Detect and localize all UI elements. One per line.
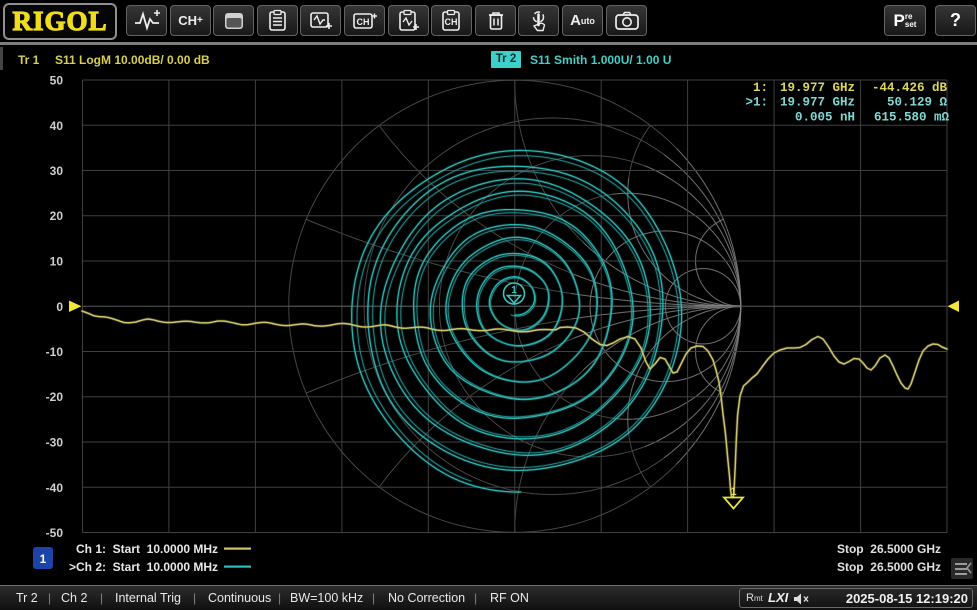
svg-text:Stop 26.5000 GHz: Stop 26.5000 GHz [837,542,941,556]
svg-text:10: 10 [50,255,64,269]
svg-text:-40: -40 [46,481,64,495]
svg-text:19.977 GHz: 19.977 GHz [780,96,855,110]
svg-text:-50: -50 [46,526,64,540]
svg-text:-30: -30 [46,436,64,450]
svg-text:-20: -20 [46,390,64,404]
svg-text:Stop 26.5000 GHz: Stop 26.5000 GHz [837,560,941,574]
svg-text:20: 20 [50,209,64,223]
svg-text:-44.426 dB: -44.426 dB [872,81,948,95]
svg-text:1:: 1: [753,81,768,95]
svg-text:1: 1 [40,552,47,566]
svg-text:0: 0 [56,300,63,314]
svg-text:>Ch 2: Start 10.0000 MHz: >Ch 2: Start 10.0000 MHz [69,560,218,574]
svg-text:1: 1 [511,285,517,296]
svg-text:19.977 GHz: 19.977 GHz [780,81,855,95]
svg-text:0.005 nH: 0.005 nH [795,111,855,125]
svg-text:>1:: >1: [745,96,768,110]
svg-text:1: 1 [731,486,737,498]
svg-text:CH: CH [356,17,369,27]
svg-text:615.580 mΩ: 615.580 mΩ [874,111,950,125]
svg-text:Ch 1: Start 10.0000 MHz: Ch 1: Start 10.0000 MHz [76,542,218,556]
svg-text:-10: -10 [46,345,64,359]
svg-text:CH: CH [444,17,457,27]
svg-text:50.129 Ω: 50.129 Ω [887,96,948,110]
svg-text:30: 30 [50,164,64,178]
svg-text:40: 40 [50,119,64,133]
svg-text:50: 50 [50,74,64,88]
